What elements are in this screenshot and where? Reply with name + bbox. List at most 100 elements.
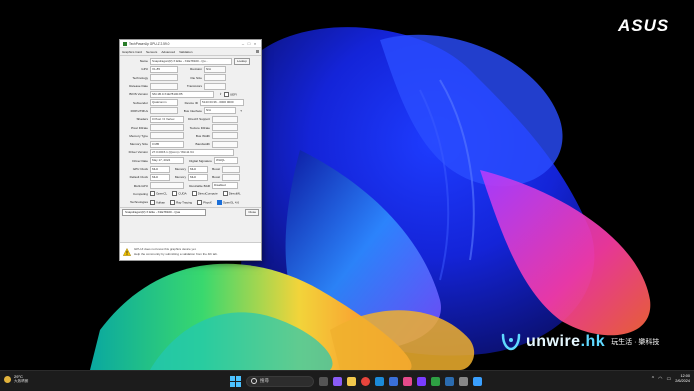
value-memory-size: 0 MB: [150, 140, 184, 148]
opencl-checkbox[interactable]: OpenCL: [150, 191, 168, 197]
label-bus-interface: Bus Interface: [183, 108, 202, 113]
window-titlebar[interactable]: TechPowerUp GPU-Z 2.59.0 – □ ×: [120, 40, 261, 48]
label-memory-type: Memory Type: [129, 133, 148, 138]
label-bios-version: BIOS Version: [129, 92, 148, 97]
label-memory-clock: Memory: [174, 167, 186, 171]
label-die-size: Die Size: [190, 75, 202, 80]
row-shaders: Shaders 0 Pixel / 0 Vertex DirectX Suppo…: [122, 115, 259, 123]
cuda-label: CUDA: [178, 191, 187, 196]
label-device-id: Device ID: [184, 100, 198, 105]
directml-checkbox[interactable]: DirectML: [222, 191, 241, 197]
search-icon: [251, 378, 257, 384]
label-default-clock: Default Clock: [129, 175, 148, 180]
row-multi-gpu: Multi-GPU Resizable BAR Disabled: [122, 181, 259, 190]
weather-widget[interactable]: 29°C 大致晴朗: [4, 374, 28, 384]
value-directx-support: [212, 115, 238, 123]
cuda-checkbox[interactable]: CUDA: [172, 191, 187, 197]
settings-gear-icon[interactable]: [459, 376, 468, 386]
label-multi-gpu: Multi-GPU: [133, 183, 148, 188]
value-bus-width: [212, 132, 238, 140]
label-name: Name: [139, 59, 148, 64]
app-icon-pink[interactable]: [403, 376, 412, 386]
tab-validation[interactable]: Validation: [179, 50, 192, 54]
wifi-icon[interactable]: ◠: [658, 376, 662, 382]
edge-icon[interactable]: [375, 376, 384, 386]
value-default-clock: MHz: [150, 173, 170, 181]
label-shaders: Shaders: [136, 117, 148, 122]
wallpaper-bloom: [90, 27, 651, 370]
battery-icon[interactable]: ▭: [666, 376, 671, 382]
weather-desc: 大致晴朗: [14, 379, 29, 383]
row-name: Name Snapdragon(R) X Elite - X1E78100 - …: [122, 57, 259, 65]
chrome-icon[interactable]: [361, 376, 370, 386]
row-driver-date: Driver Date May 17, 2024 Digital Signatu…: [122, 157, 259, 165]
store-icon[interactable]: [389, 376, 398, 386]
vulkan-checkbox[interactable]: Vulkan: [150, 199, 165, 205]
tab-advanced[interactable]: Advanced: [161, 50, 175, 54]
physx-checkbox[interactable]: PhysX: [197, 199, 212, 205]
share-icon[interactable]: ⇪: [216, 92, 222, 96]
desktop: ASUS TechPowerUp GPU-Z 2.59.0 – □ × Grap…: [0, 0, 694, 370]
raytracing-checkbox[interactable]: Ray Tracing: [170, 199, 192, 205]
search-placeholder: 搜尋: [260, 378, 269, 383]
lookup-button[interactable]: Lookup: [234, 57, 250, 65]
close-button[interactable]: Close: [245, 209, 259, 217]
clock[interactable]: 12:00 2/6/2024: [675, 374, 690, 384]
system-tray: ^ ◠ ▭ 12:00 2/6/2024: [652, 374, 690, 384]
row-gpu: GPU X1-85 Revision N/A: [122, 65, 259, 73]
directcompute-label: DirectCompute: [197, 191, 218, 196]
task-view-icon[interactable]: [319, 376, 328, 386]
label-rops-tmus: ROPs/TMUs: [130, 108, 148, 113]
opencl-label: OpenCL: [156, 191, 168, 196]
value-boost-clock: [222, 165, 240, 173]
uefi-checkbox[interactable]: UEFI: [224, 91, 237, 97]
value-bandwidth: [212, 140, 238, 148]
row-default-clock: Default Clock MHz Memory MHz Boost: [122, 173, 259, 181]
notice-line-2: Help the community by submitting a valid…: [134, 252, 218, 256]
row-release-date: Release Date Transistors: [122, 82, 259, 90]
value-gpu-clock: MHz: [150, 165, 170, 173]
uefi-check-icon[interactable]: [224, 91, 229, 97]
gpuz-app-icon: [123, 41, 127, 46]
gpuz-window[interactable]: TechPowerUp GPU-Z 2.59.0 – □ × Graphics …: [119, 39, 262, 261]
value-device-id: 5143 0C36 - 0000 0000: [200, 99, 244, 107]
gpu-select[interactable]: Snapdragon(R) X Elite - X1E78100 - Qua: [122, 209, 206, 217]
label-memory-size: Memory Size: [129, 142, 148, 147]
unknown-device-notice: GPU-Z does not know this graphics device…: [120, 242, 261, 260]
close-icon[interactable]: ×: [252, 41, 258, 46]
row-driver-version: Driver Version 27.0.0015.1 (Qcom) / Win1…: [122, 148, 259, 156]
value-default-memory: MHz: [188, 173, 208, 181]
value-default-boost: [222, 173, 240, 181]
value-bus-interface: N/A: [204, 107, 236, 115]
row-subvendor: Subvendor Qualcomm Device ID 5143 0C36 -…: [122, 98, 259, 107]
tab-graphics-card[interactable]: Graphics Card: [122, 50, 142, 54]
unwire-logo-icon: [501, 333, 521, 351]
row-technologies: Technologies Vulkan Ray Tracing PhysX Op…: [122, 198, 259, 206]
value-bios-version: SM.1B.0.X1E78100.85: [150, 90, 214, 98]
opengl-checkbox[interactable]: OpenGL 4.6: [216, 199, 239, 205]
row-computing: Computing OpenCL CUDA DirectCompute Dire…: [122, 190, 259, 198]
steam-icon[interactable]: [445, 376, 454, 386]
value-resizable-bar: Disabled: [212, 182, 238, 190]
label-boost-clock: Boost: [212, 167, 220, 171]
tab-sensors[interactable]: Sensors: [146, 50, 157, 54]
copilot-icon[interactable]: [333, 376, 342, 386]
value-subvendor: Qualcomm: [150, 99, 178, 107]
label-computing: Computing: [133, 191, 148, 196]
value-shaders: 0 Pixel / 0 Vertex: [150, 115, 184, 123]
value-revision: N/A: [204, 65, 226, 73]
camera-icon[interactable]: [256, 50, 259, 53]
value-transistors: [204, 82, 226, 90]
windows-start-icon[interactable]: [230, 375, 241, 387]
value-release-date: [150, 82, 178, 90]
gpuz-taskbar-icon[interactable]: [431, 376, 440, 386]
file-explorer-icon[interactable]: [347, 376, 356, 386]
app-icon-blue[interactable]: [473, 376, 482, 386]
app-icon-purple[interactable]: [417, 376, 426, 386]
value-memory-clock: MHz: [188, 165, 208, 173]
chevron-up-icon[interactable]: ^: [652, 376, 654, 382]
value-texture-fillrate: [212, 124, 238, 132]
help-icon[interactable]: ?: [238, 109, 242, 113]
directcompute-checkbox[interactable]: DirectCompute: [191, 191, 218, 197]
taskbar-search[interactable]: 搜尋: [246, 375, 314, 387]
